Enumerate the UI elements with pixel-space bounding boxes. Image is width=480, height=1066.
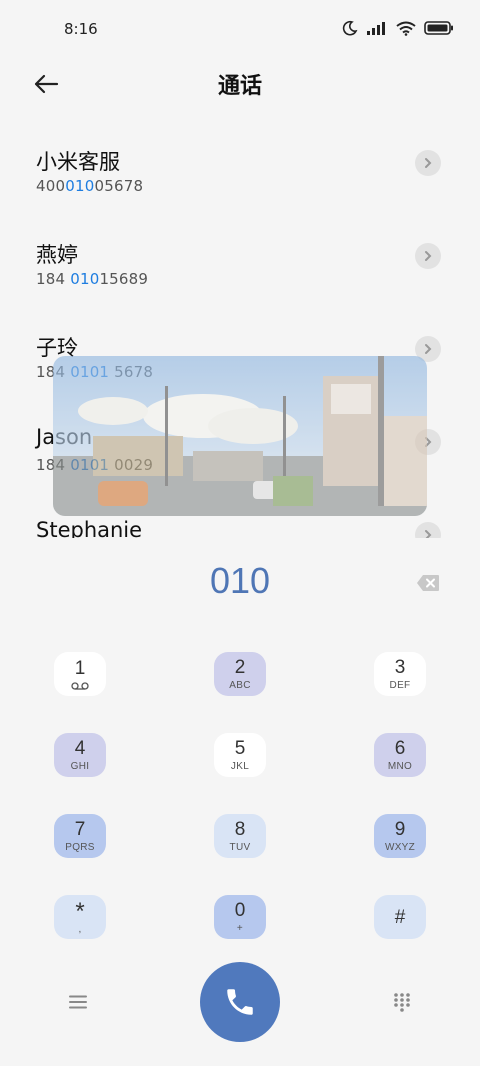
delete-button[interactable] xyxy=(416,574,440,592)
overlay-image xyxy=(53,356,427,516)
contact-name: 燕婷 xyxy=(36,243,78,267)
contact-name: Stephanie xyxy=(36,518,143,538)
menu-icon xyxy=(69,995,87,1009)
bottom-bar xyxy=(0,962,480,1042)
backspace-icon xyxy=(417,575,439,591)
dialpad-icon xyxy=(394,993,410,1012)
contact-row[interactable]: 燕婷 184 01015689 xyxy=(0,211,480,304)
chevron-right-icon xyxy=(425,251,432,261)
key-8[interactable]: 8 TUV xyxy=(214,814,266,858)
phone-icon xyxy=(227,989,253,1015)
key-0[interactable]: 0 + xyxy=(214,895,266,939)
key-6[interactable]: 6 MNO xyxy=(374,733,426,777)
key-4[interactable]: 4 GHI xyxy=(54,733,106,777)
contact-row[interactable]: 小米客服 40001005678 xyxy=(0,118,480,211)
contact-detail-button[interactable] xyxy=(415,243,441,269)
dialed-number: 010 xyxy=(209,560,271,601)
contact-detail-button[interactable] xyxy=(415,522,441,538)
key-hash[interactable]: # xyxy=(374,895,426,939)
menu-button[interactable] xyxy=(64,988,92,1016)
wifi-icon xyxy=(396,21,416,36)
key-2[interactable]: 2 ABC xyxy=(214,652,266,696)
contact-detail-button[interactable] xyxy=(415,150,441,176)
chevron-right-icon xyxy=(425,158,432,168)
contact-number: 40001005678 xyxy=(36,177,144,195)
status-bar: 8:16 xyxy=(0,0,480,62)
status-icons xyxy=(342,20,454,36)
status-time: 8:16 xyxy=(64,20,98,38)
page-title: 通话 xyxy=(217,74,262,99)
moon-icon xyxy=(342,20,358,36)
key-9[interactable]: 9 WXYZ xyxy=(374,814,426,858)
key-7[interactable]: 7 PQRS xyxy=(54,814,106,858)
contact-number: 184 01015689 xyxy=(36,270,149,288)
dialpad-toggle-button[interactable] xyxy=(388,988,416,1016)
chevron-right-icon xyxy=(425,530,432,538)
chevron-right-icon xyxy=(425,344,432,354)
signal-icon xyxy=(367,22,385,35)
voicemail-icon xyxy=(71,681,89,690)
key-star[interactable]: * , xyxy=(54,895,106,939)
contact-name: 小米客服 xyxy=(36,150,120,174)
battery-icon xyxy=(424,21,453,35)
key-3[interactable]: 3 DEF xyxy=(374,652,426,696)
key-5[interactable]: 5 JKL xyxy=(214,733,266,777)
key-1[interactable]: 1 xyxy=(54,652,106,696)
call-button[interactable] xyxy=(200,962,280,1042)
header: 通话 xyxy=(0,62,480,106)
